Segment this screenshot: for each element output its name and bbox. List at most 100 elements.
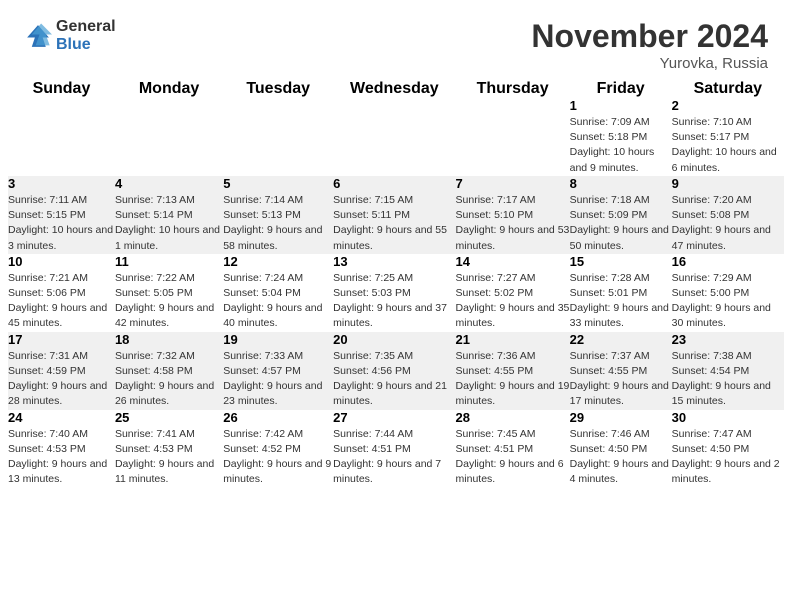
day-number: 10 [8, 254, 115, 269]
calendar-header-saturday: Saturday [672, 80, 784, 98]
calendar-row-1: 3 Sunrise: 7:11 AM Sunset: 5:15 PM Daylig… [8, 176, 784, 254]
logo-blue: Blue [56, 36, 116, 54]
calendar-header-monday: Monday [115, 80, 223, 98]
day-info: Sunrise: 7:17 AM Sunset: 5:10 PM Dayligh… [456, 193, 570, 254]
day-info: Sunrise: 7:13 AM Sunset: 5:14 PM Dayligh… [115, 193, 223, 254]
day-info: Sunrise: 7:09 AM Sunset: 5:18 PM Dayligh… [570, 115, 672, 176]
calendar-cell [8, 98, 115, 176]
calendar-cell: 23 Sunrise: 7:38 AM Sunset: 4:54 PM Dayli… [672, 332, 784, 410]
logo-icon [24, 22, 52, 50]
calendar-cell: 5 Sunrise: 7:14 AM Sunset: 5:13 PM Daylig… [223, 176, 333, 254]
day-number: 13 [333, 254, 455, 269]
calendar-cell [333, 98, 455, 176]
logo-text: General Blue [56, 18, 116, 53]
day-info: Sunrise: 7:32 AM Sunset: 4:58 PM Dayligh… [115, 349, 223, 410]
day-info: Sunrise: 7:28 AM Sunset: 5:01 PM Dayligh… [570, 271, 672, 332]
calendar-header-friday: Friday [570, 80, 672, 98]
day-number: 25 [115, 410, 223, 425]
day-number: 24 [8, 410, 115, 425]
calendar-cell: 6Sunrise: 7:15 AM Sunset: 5:11 PM Daylig… [333, 176, 455, 254]
calendar-cell: 29 Sunrise: 7:46 AM Sunset: 4:50 PM Dayli… [570, 410, 672, 488]
calendar-cell: 24 Sunrise: 7:40 AM Sunset: 4:53 PM Dayli… [8, 410, 115, 488]
day-number: 9 [672, 176, 784, 191]
calendar-header-wednesday: Wednesday [333, 80, 455, 98]
day-info: Sunrise: 7:27 AM Sunset: 5:02 PM Dayligh… [456, 271, 570, 332]
day-number: 26 [223, 410, 333, 425]
day-info: Sunrise: 7:24 AM Sunset: 5:04 PM Dayligh… [223, 271, 333, 332]
day-number: 11 [115, 254, 223, 269]
day-info: Sunrise: 7:11 AM Sunset: 5:15 PM Dayligh… [8, 193, 115, 254]
day-number: 21 [456, 332, 570, 347]
page-header: General Blue November 2024 Yurovka, Russ… [0, 0, 792, 80]
calendar-header-row: SundayMondayTuesdayWednesdayThursdayFrid… [8, 80, 784, 98]
day-info: Sunrise: 7:41 AM Sunset: 4:53 PM Dayligh… [115, 427, 223, 488]
calendar-cell: 17Sunrise: 7:31 AM Sunset: 4:59 PM Dayli… [8, 332, 115, 410]
day-number: 17 [8, 332, 115, 347]
day-info: Sunrise: 7:35 AM Sunset: 4:56 PM Dayligh… [333, 349, 455, 410]
day-info: Sunrise: 7:25 AM Sunset: 5:03 PM Dayligh… [333, 271, 455, 332]
title-area: November 2024 Yurovka, Russia [531, 18, 768, 72]
day-number: 27 [333, 410, 455, 425]
calendar-header-thursday: Thursday [456, 80, 570, 98]
calendar-cell: 14 Sunrise: 7:27 AM Sunset: 5:02 PM Dayli… [456, 254, 570, 332]
calendar-cell: 12 Sunrise: 7:24 AM Sunset: 5:04 PM Dayli… [223, 254, 333, 332]
day-info: Sunrise: 7:44 AM Sunset: 4:51 PM Dayligh… [333, 427, 455, 488]
day-number: 14 [456, 254, 570, 269]
calendar-cell: 1 Sunrise: 7:09 AM Sunset: 5:18 PM Daylig… [570, 98, 672, 176]
location: Yurovka, Russia [531, 55, 768, 72]
calendar-row-0: 1 Sunrise: 7:09 AM Sunset: 5:18 PM Daylig… [8, 98, 784, 176]
calendar-cell: 13 Sunrise: 7:25 AM Sunset: 5:03 PM Dayli… [333, 254, 455, 332]
calendar-cell: 2Sunrise: 7:10 AM Sunset: 5:17 PM Daylig… [672, 98, 784, 176]
calendar-cell: 3 Sunrise: 7:11 AM Sunset: 5:15 PM Daylig… [8, 176, 115, 254]
calendar-cell: 8Sunrise: 7:18 AM Sunset: 5:09 PM Daylig… [570, 176, 672, 254]
day-info: Sunrise: 7:42 AM Sunset: 4:52 PM Dayligh… [223, 427, 333, 488]
day-info: Sunrise: 7:46 AM Sunset: 4:50 PM Dayligh… [570, 427, 672, 488]
day-number: 23 [672, 332, 784, 347]
day-info: Sunrise: 7:14 AM Sunset: 5:13 PM Dayligh… [223, 193, 333, 254]
calendar-cell: 19Sunrise: 7:33 AM Sunset: 4:57 PM Dayli… [223, 332, 333, 410]
calendar-wrapper: SundayMondayTuesdayWednesdayThursdayFrid… [0, 80, 792, 495]
calendar-cell [223, 98, 333, 176]
calendar-cell: 16 Sunrise: 7:29 AM Sunset: 5:00 PM Dayli… [672, 254, 784, 332]
logo: General Blue [24, 18, 116, 53]
day-info: Sunrise: 7:40 AM Sunset: 4:53 PM Dayligh… [8, 427, 115, 488]
day-number: 7 [456, 176, 570, 191]
calendar-row-3: 17Sunrise: 7:31 AM Sunset: 4:59 PM Dayli… [8, 332, 784, 410]
day-number: 4 [115, 176, 223, 191]
day-info: Sunrise: 7:45 AM Sunset: 4:51 PM Dayligh… [456, 427, 570, 488]
calendar-cell: 18Sunrise: 7:32 AM Sunset: 4:58 PM Dayli… [115, 332, 223, 410]
calendar-cell: 20 Sunrise: 7:35 AM Sunset: 4:56 PM Dayli… [333, 332, 455, 410]
calendar-header-tuesday: Tuesday [223, 80, 333, 98]
calendar-cell: 4 Sunrise: 7:13 AM Sunset: 5:14 PM Daylig… [115, 176, 223, 254]
calendar-header-sunday: Sunday [8, 80, 115, 98]
day-info: Sunrise: 7:20 AM Sunset: 5:08 PM Dayligh… [672, 193, 784, 254]
day-number: 12 [223, 254, 333, 269]
calendar-cell: 11 Sunrise: 7:22 AM Sunset: 5:05 PM Dayli… [115, 254, 223, 332]
day-number: 19 [223, 332, 333, 347]
day-number: 1 [570, 98, 672, 113]
calendar-cell: 25 Sunrise: 7:41 AM Sunset: 4:53 PM Dayli… [115, 410, 223, 488]
calendar-cell: 27 Sunrise: 7:44 AM Sunset: 4:51 PM Dayli… [333, 410, 455, 488]
day-info: Sunrise: 7:22 AM Sunset: 5:05 PM Dayligh… [115, 271, 223, 332]
day-number: 30 [672, 410, 784, 425]
calendar-cell: 30 Sunrise: 7:47 AM Sunset: 4:50 PM Dayli… [672, 410, 784, 488]
calendar-cell: 9 Sunrise: 7:20 AM Sunset: 5:08 PM Daylig… [672, 176, 784, 254]
calendar-cell: 26 Sunrise: 7:42 AM Sunset: 4:52 PM Dayli… [223, 410, 333, 488]
calendar-table: SundayMondayTuesdayWednesdayThursdayFrid… [8, 80, 784, 487]
day-number: 15 [570, 254, 672, 269]
day-number: 8 [570, 176, 672, 191]
day-number: 29 [570, 410, 672, 425]
day-number: 5 [223, 176, 333, 191]
calendar-row-4: 24 Sunrise: 7:40 AM Sunset: 4:53 PM Dayli… [8, 410, 784, 488]
day-info: Sunrise: 7:47 AM Sunset: 4:50 PM Dayligh… [672, 427, 784, 488]
day-number: 20 [333, 332, 455, 347]
logo-general: General [56, 18, 116, 36]
day-info: Sunrise: 7:21 AM Sunset: 5:06 PM Dayligh… [8, 271, 115, 332]
day-info: Sunrise: 7:38 AM Sunset: 4:54 PM Dayligh… [672, 349, 784, 410]
day-number: 22 [570, 332, 672, 347]
day-number: 6 [333, 176, 455, 191]
day-number: 3 [8, 176, 115, 191]
day-info: Sunrise: 7:29 AM Sunset: 5:00 PM Dayligh… [672, 271, 784, 332]
calendar-cell: 10 Sunrise: 7:21 AM Sunset: 5:06 PM Dayli… [8, 254, 115, 332]
day-number: 16 [672, 254, 784, 269]
